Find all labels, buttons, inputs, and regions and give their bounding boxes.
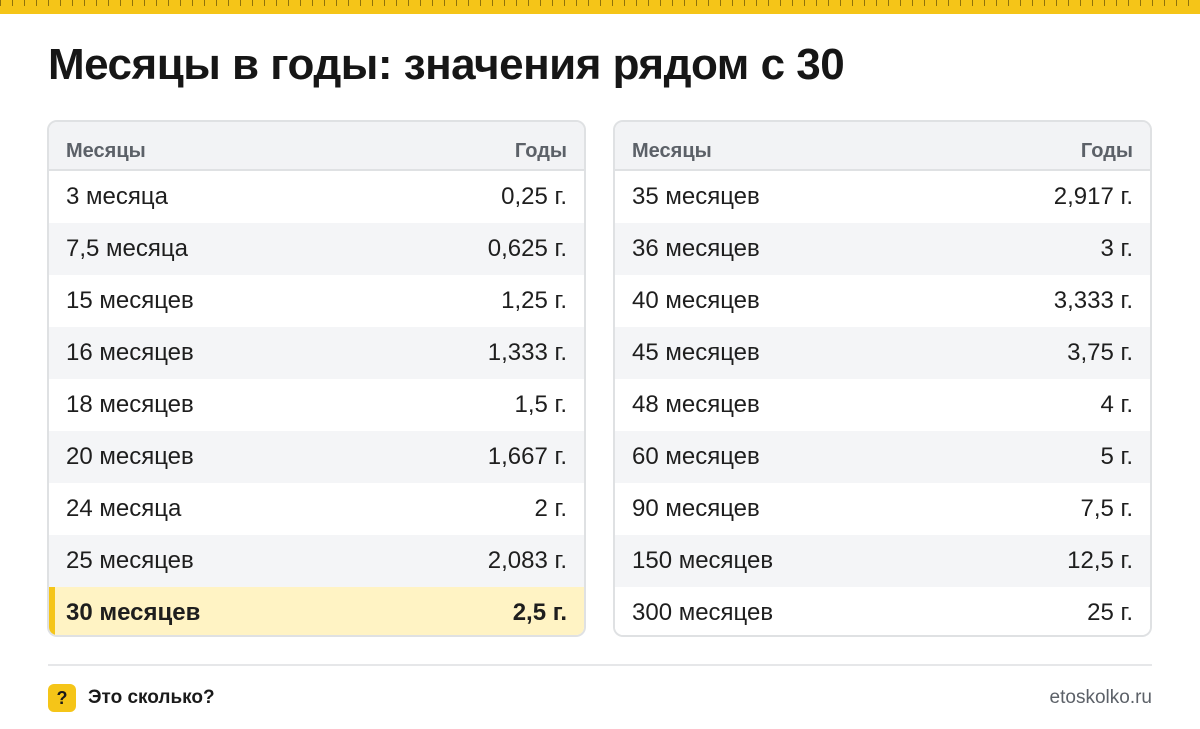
site-domain: etoskolko.ru [1049, 687, 1152, 708]
months-cell: 45 месяцев [632, 339, 760, 366]
years-cell: 0,625 г. [487, 235, 567, 262]
years-cell: 3 г. [1100, 235, 1133, 262]
months-cell: 48 месяцев [632, 391, 760, 418]
years-cell: 2,917 г. [1053, 183, 1133, 210]
months-cell: 16 месяцев [66, 339, 194, 366]
months-cell: 15 месяцев [66, 287, 194, 314]
years-cell: 2,5 г. [512, 599, 567, 626]
months-cell: 300 месяцев [632, 599, 774, 626]
question-icon: ? [48, 684, 76, 712]
years-cell: 3,75 г. [1067, 339, 1133, 366]
table-row: 7,5 месяца 0,625 г. [49, 223, 584, 275]
table-body: 3 месяца 0,25 г. 7,5 месяца 0,625 г. 15 ме… [49, 171, 584, 635]
months-cell: 40 месяцев [632, 287, 760, 314]
table-row: 20 месяцев 1,667 г. [49, 431, 584, 483]
conversion-table-right: Месяцы Годы 35 месяцев 2,917 г. 36 месяце… [613, 120, 1152, 637]
table-row-highlighted: 30 месяцев 2,5 г. [49, 587, 584, 635]
table-row: 150 месяцев 12,5 г. [615, 535, 1150, 587]
years-cell: 1,25 г. [501, 287, 567, 314]
years-cell: 2,083 г. [487, 547, 567, 574]
page-title: Месяцы в годы: значения рядом с 30 [48, 40, 845, 89]
years-cell: 1,333 г. [487, 339, 567, 366]
years-cell: 7,5 г. [1080, 495, 1133, 522]
months-cell: 30 месяцев [66, 599, 201, 626]
column-header-months: Месяцы [66, 140, 146, 162]
years-cell: 12,5 г. [1067, 547, 1133, 574]
months-cell: 35 месяцев [632, 183, 760, 210]
column-header-years: Годы [1080, 140, 1133, 162]
table-row: 36 месяцев 3 г. [615, 223, 1150, 275]
conversion-table-left: Месяцы Годы 3 месяца 0,25 г. 7,5 месяца 0,… [47, 120, 586, 637]
months-cell: 18 месяцев [66, 391, 194, 418]
column-header-months: Месяцы [632, 140, 712, 162]
table-header: Месяцы Годы [49, 122, 584, 171]
table-row: 15 месяцев 1,25 г. [49, 275, 584, 327]
table-row: 60 месяцев 5 г. [615, 431, 1150, 483]
table-row: 3 месяца 0,25 г. [49, 171, 584, 223]
table-row: 45 месяцев 3,75 г. [615, 327, 1150, 379]
months-cell: 20 месяцев [66, 443, 194, 470]
footer-divider [48, 664, 1152, 666]
years-cell: 4 г. [1100, 391, 1133, 418]
months-cell: 60 месяцев [632, 443, 760, 470]
table-row: 18 месяцев 1,5 г. [49, 379, 584, 431]
table-row: 48 месяцев 4 г. [615, 379, 1150, 431]
months-cell: 25 месяцев [66, 547, 194, 574]
table-row: 16 месяцев 1,333 г. [49, 327, 584, 379]
months-cell: 36 месяцев [632, 235, 760, 262]
ruler-strip [0, 0, 1200, 14]
table-row: 25 месяцев 2,083 г. [49, 535, 584, 587]
table-row: 40 месяцев 3,333 г. [615, 275, 1150, 327]
years-cell: 1,667 г. [487, 443, 567, 470]
table-body: 35 месяцев 2,917 г. 36 месяцев 3 г. 40 мес… [615, 171, 1150, 635]
years-cell: 3,333 г. [1053, 287, 1133, 314]
months-cell: 24 месяца [66, 495, 182, 522]
months-cell: 90 месяцев [632, 495, 760, 522]
table-row: 90 месяцев 7,5 г. [615, 483, 1150, 535]
months-cell: 150 месяцев [632, 547, 774, 574]
months-cell: 3 месяца [66, 183, 168, 210]
years-cell: 5 г. [1100, 443, 1133, 470]
table-row: 35 месяцев 2,917 г. [615, 171, 1150, 223]
years-cell: 1,5 г. [514, 391, 567, 418]
brand-logo: ? Это сколько? [48, 684, 215, 712]
table-row: 300 месяцев 25 г. [615, 587, 1150, 635]
months-cell: 7,5 месяца [66, 235, 188, 262]
years-cell: 2 г. [534, 495, 567, 522]
brand-name: Это сколько? [88, 687, 215, 708]
years-cell: 25 г. [1087, 599, 1133, 626]
table-header: Месяцы Годы [615, 122, 1150, 171]
table-row: 24 месяца 2 г. [49, 483, 584, 535]
column-header-years: Годы [514, 140, 567, 162]
years-cell: 0,25 г. [501, 183, 567, 210]
